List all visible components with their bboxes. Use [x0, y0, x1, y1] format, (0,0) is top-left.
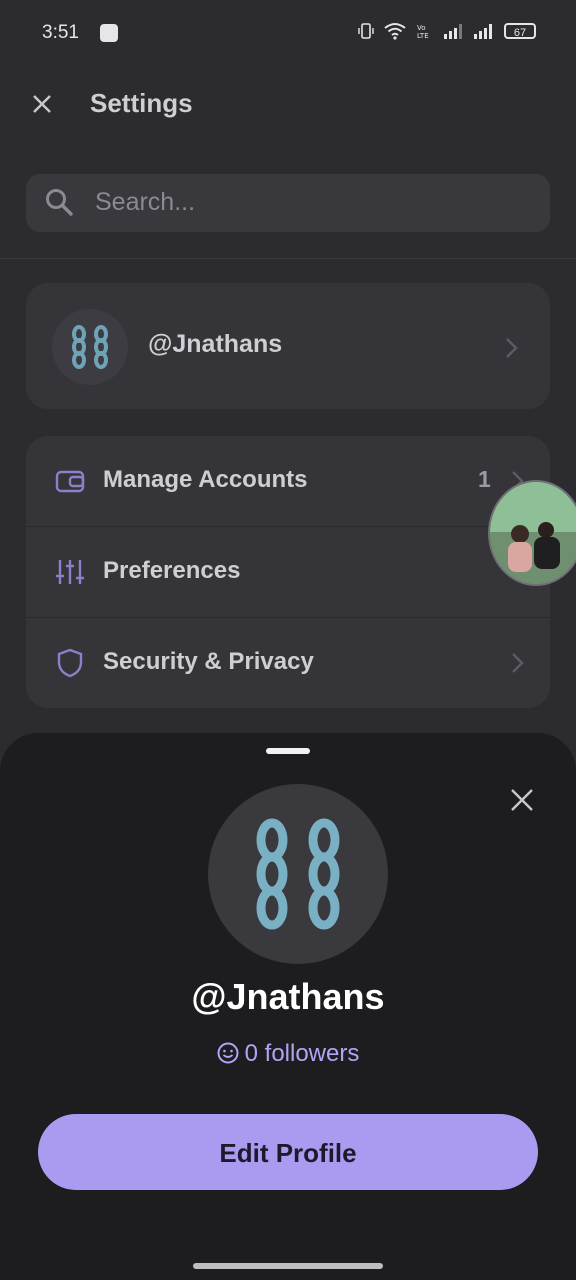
menu-label-security-privacy: Security & Privacy — [103, 648, 314, 675]
photo-image — [490, 482, 576, 584]
profile-avatar-large — [208, 784, 388, 964]
chat-head-bubble[interactable] — [488, 480, 576, 586]
battery-indicator: 67 — [504, 23, 536, 39]
notification-icon — [100, 24, 118, 42]
page-title: Settings — [90, 88, 193, 118]
account-count-badge: 1 — [478, 466, 491, 492]
signal-icon — [444, 24, 462, 39]
home-indicator — [193, 1263, 383, 1269]
menu-label-manage-accounts: Manage Accounts — [103, 466, 308, 493]
divider — [0, 258, 576, 259]
volte-icon: VoLTE — [417, 24, 429, 40]
search-icon — [46, 189, 73, 216]
chevron-right-icon — [506, 338, 518, 358]
chain-icon — [72, 325, 108, 369]
status-icons: Vo LTE 67 — [358, 22, 536, 40]
profile-handle: @Jnathans — [148, 330, 283, 358]
chain-icon — [256, 818, 340, 930]
sliders-icon — [56, 560, 84, 584]
sheet-username: @Jnathans — [191, 976, 385, 1017]
smiley-icon — [217, 1042, 239, 1064]
svg-text:LTE: LTE — [417, 32, 429, 40]
status-time: 3:51 — [42, 22, 79, 43]
avatar — [52, 309, 128, 385]
search-placeholder: Search... — [95, 188, 196, 216]
close-icon[interactable] — [508, 786, 536, 814]
chevron-right-icon — [512, 653, 524, 673]
wifi-icon — [384, 23, 406, 40]
signal-icon-2 — [474, 24, 492, 39]
drag-handle[interactable] — [266, 748, 310, 754]
close-icon[interactable] — [28, 90, 56, 118]
svg-text:Vo: Vo — [417, 24, 426, 32]
vibrate-icon — [358, 23, 374, 39]
followers-label: 0 followers — [244, 1040, 360, 1067]
followers-count: 0 followers — [0, 1040, 576, 1068]
shield-icon — [57, 648, 83, 678]
wallet-icon — [55, 470, 85, 493]
edit-profile-button[interactable]: Edit Profile — [38, 1114, 538, 1190]
menu-label-preferences: Preferences — [103, 557, 241, 584]
